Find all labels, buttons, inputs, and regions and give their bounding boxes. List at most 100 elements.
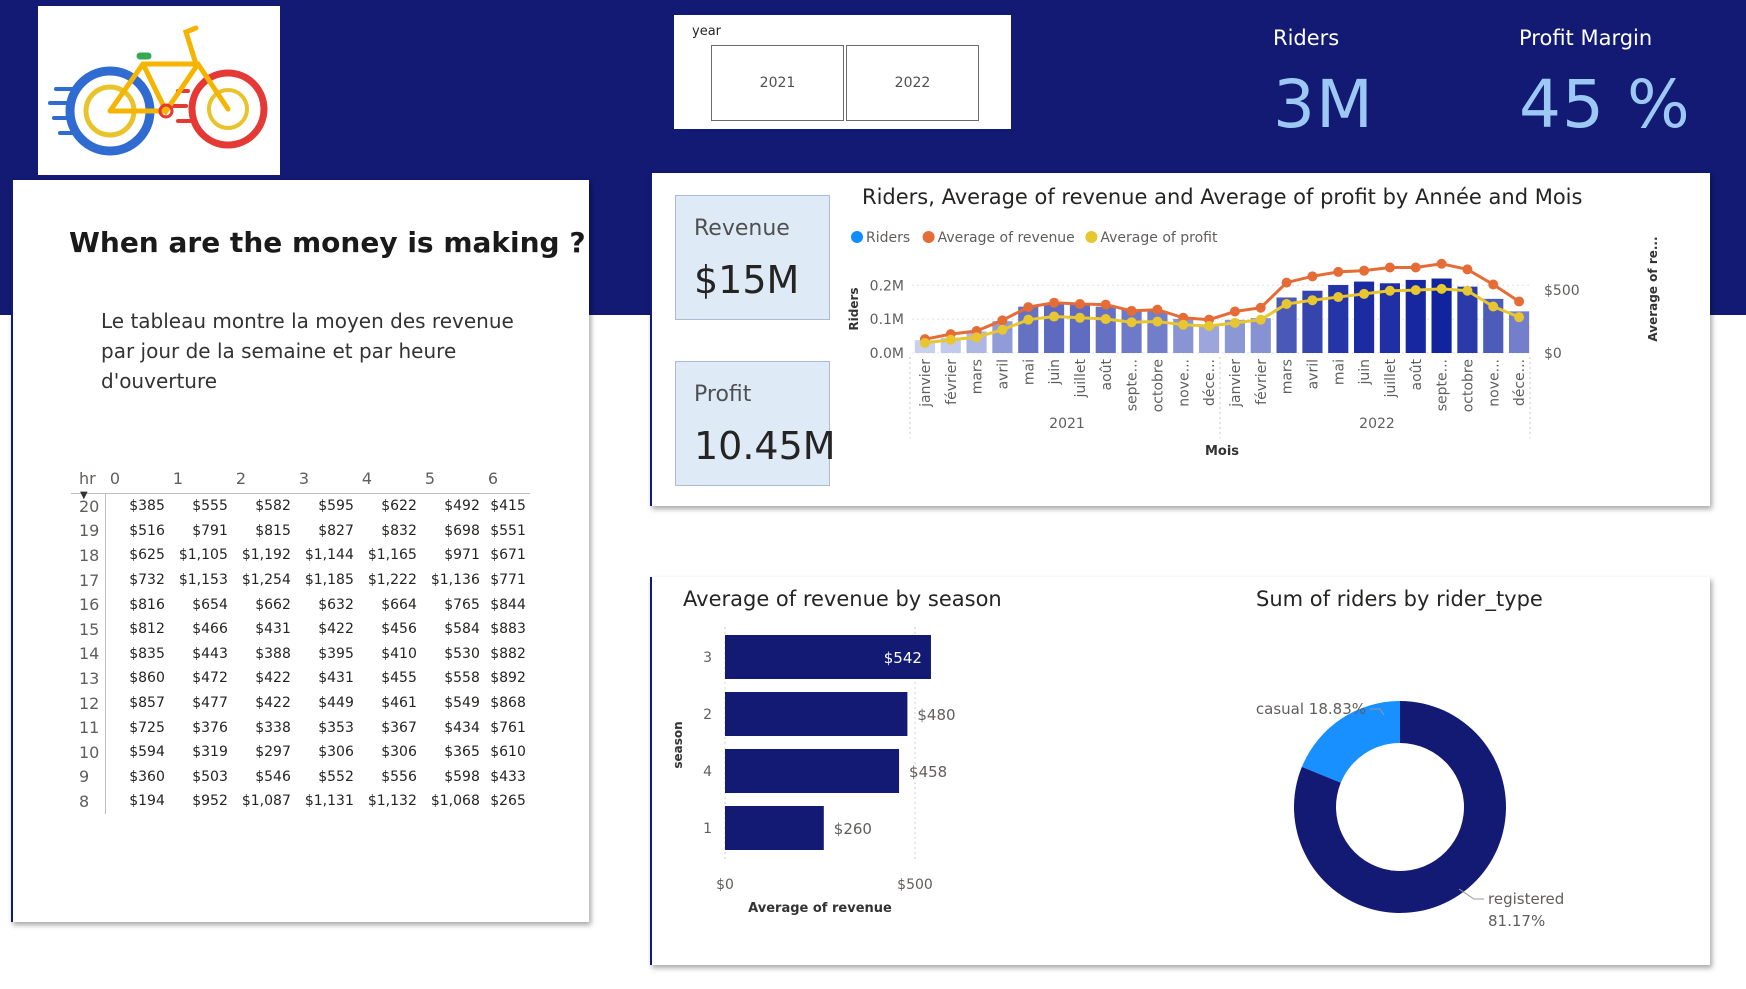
x-category-label: juillet: [1073, 359, 1089, 399]
matrix-cell: $1,132: [367, 793, 417, 810]
matrix-col-2[interactable]: 2: [231, 463, 295, 494]
x-category-label: mai: [1331, 359, 1347, 385]
matrix-cell: $265: [490, 793, 526, 810]
x-category-label: nove...: [1486, 359, 1502, 407]
matrix-cell: $582: [255, 498, 291, 515]
x-year-label: 2022: [1359, 416, 1395, 432]
riders-bar: [1121, 309, 1142, 353]
matrix-row-hour[interactable]: 14: [71, 641, 107, 667]
matrix-col-1[interactable]: 1: [168, 463, 232, 494]
series-point-profit: [1307, 295, 1318, 306]
matrix-row: 9 $360 $503 $546 $552 $556 $598 $433: [71, 764, 530, 790]
series-point-revenue: [1436, 258, 1447, 269]
legend-marker-0: [851, 231, 863, 243]
matrix-col-5[interactable]: 5: [420, 463, 484, 494]
slicer-title: year: [692, 24, 722, 39]
matrix-cell: $556: [381, 768, 417, 785]
matrix-col-4[interactable]: 4: [357, 463, 421, 494]
matrix-cell: $1,165: [367, 547, 417, 564]
matrix-cell: $1,131: [304, 793, 354, 810]
matrix-cell: $422: [318, 621, 354, 638]
matrix-row-hour[interactable]: 16: [71, 592, 107, 617]
series-point-profit: [971, 332, 982, 343]
matrix-cell: $832: [381, 522, 417, 539]
matrix-cell: $319: [192, 744, 228, 761]
y-right-tick: $0: [1544, 346, 1562, 362]
kpi-profit-margin-label: Profit Margin: [1519, 26, 1653, 50]
matrix-row-hour[interactable]: 12: [71, 690, 107, 716]
series-point-profit: [1204, 320, 1215, 331]
series-point-profit: [919, 337, 930, 348]
matrix-cell: $558: [444, 670, 480, 687]
matrix-col-6[interactable]: 6: [483, 463, 530, 494]
x-axis-title: Mois: [1205, 444, 1239, 459]
matrix-cell: $664: [381, 596, 417, 613]
matrix-col-0[interactable]: 0: [105, 463, 169, 494]
rider-type-donut-chart: casual 18.83% registered 81.17%: [1256, 700, 1564, 930]
matrix-cell: $360: [129, 768, 165, 785]
season-bar: [725, 749, 900, 793]
series-point-revenue: [1023, 302, 1034, 313]
matrix-row: 11 $725 $376 $338 $353 $367 $434 $761: [71, 715, 530, 740]
matrix-cell: $449: [318, 695, 354, 712]
matrix-cell: $1,136: [430, 572, 480, 589]
matrix-cell: $835: [129, 645, 165, 662]
matrix-cell: $816: [129, 596, 165, 613]
series-point-revenue: [1100, 299, 1111, 310]
y-left-tick: 0.1M: [870, 312, 904, 328]
matrix-cell: $1,222: [367, 572, 417, 589]
series-point-profit: [1229, 317, 1240, 328]
season-bar: [725, 692, 908, 736]
season-x-tick: $0: [716, 877, 734, 893]
matrix-row: 13 $860 $472 $422 $431 $455 $558 $892: [71, 666, 530, 691]
donut-label-casual-pct: 18.83%: [1304, 700, 1366, 718]
matrix-header-row: hr ▼ 0 1 2 3 4 5 6: [71, 463, 530, 501]
kpi-riders-value: 3M: [1273, 66, 1374, 143]
matrix-row-hour[interactable]: 8: [71, 789, 107, 814]
matrix-row-hour[interactable]: 17: [71, 567, 107, 593]
matrix-cell: $466: [192, 621, 228, 638]
sort-down-icon[interactable]: ▼: [80, 490, 88, 501]
series-point-profit: [1462, 285, 1473, 296]
matrix-cell: $598: [444, 768, 480, 785]
bike-logo: [38, 6, 280, 175]
profit-tile-value: 10.45M: [694, 424, 836, 468]
matrix-row-hour[interactable]: 18: [71, 543, 107, 568]
slicer-option-2021[interactable]: 2021: [711, 45, 844, 121]
matrix-col-3[interactable]: 3: [294, 463, 358, 494]
matrix-row-hour[interactable]: 9: [71, 764, 107, 790]
season-x-axis-title: Average of revenue: [748, 901, 892, 916]
season-y-axis-title: season: [671, 721, 685, 768]
matrix-row-hour[interactable]: 20: [71, 493, 107, 519]
matrix-cell: $1,254: [241, 572, 291, 589]
matrix-row-hour[interactable]: 11: [71, 715, 107, 740]
series-point-profit: [1049, 311, 1060, 322]
series-point-profit: [945, 334, 956, 345]
series-point-revenue: [1410, 262, 1421, 273]
x-year-label: 2021: [1049, 416, 1085, 432]
slicer-option-2022[interactable]: 2022: [846, 45, 979, 121]
matrix-row: 19 $516 $791 $815 $827 $832 $698 $551: [71, 518, 530, 544]
matrix-cell: $443: [192, 645, 228, 662]
x-category-label: avril: [995, 359, 1011, 389]
x-category-label: avril: [1305, 359, 1321, 389]
matrix-row-header[interactable]: hr ▼: [71, 463, 106, 501]
combo-chart: Riders Average of revenue Average of profi…: [847, 230, 1660, 459]
series-point-revenue: [1333, 266, 1344, 277]
matrix-row: 8 $194 $952 $1,087 $1,131 $1,132 $1,068 $265: [71, 789, 530, 814]
matrix-cell: $434: [444, 719, 480, 736]
matrix-cell: $433: [490, 768, 526, 785]
matrix-cell: $1,192: [241, 547, 291, 564]
matrix-row-hour[interactable]: 15: [71, 616, 107, 642]
x-category-label: mars: [1280, 359, 1296, 394]
matrix-cell: $395: [318, 645, 354, 662]
matrix-row-hour[interactable]: 13: [71, 666, 107, 691]
matrix-cell: $812: [129, 621, 165, 638]
matrix-cell: $410: [381, 645, 417, 662]
legend-label-1: Average of revenue: [938, 230, 1075, 246]
kpi-profit-margin-value: 45 %: [1519, 66, 1691, 143]
season-data-label: $260: [834, 820, 872, 838]
matrix-row-hour[interactable]: 19: [71, 518, 107, 544]
y-left-tick: 0.0M: [870, 346, 904, 362]
matrix-row-hour[interactable]: 10: [71, 739, 107, 765]
